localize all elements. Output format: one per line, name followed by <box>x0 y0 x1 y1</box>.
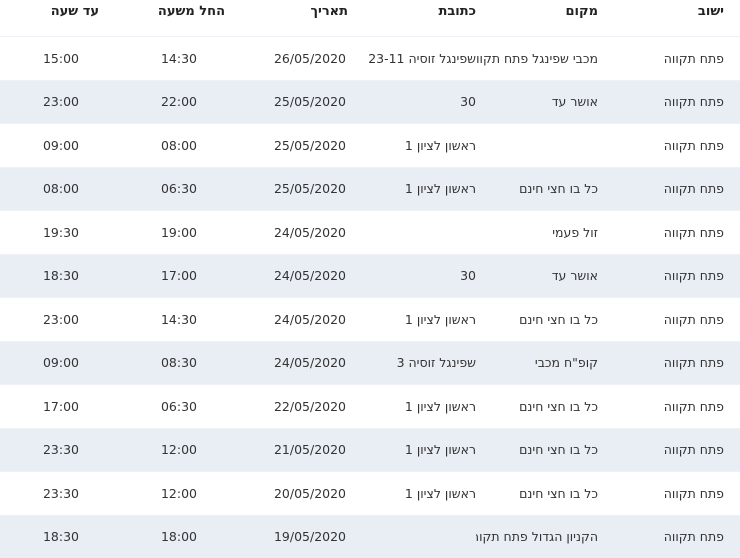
cell-start-time: 14:30 <box>99 37 225 81</box>
cell-date: 21/05/2020 <box>225 428 348 472</box>
cell-end-time: 23:30 <box>0 472 99 516</box>
table-row: פתח תקווהקופ"ח מכבישפינגל זוסיה 324/05/2… <box>0 341 740 385</box>
cell-address: שפינגל זוסיה 23-11 <box>348 37 476 81</box>
table-row: פתח תקווהכל בו חצי חינםראשון לציון 121/0… <box>0 428 740 472</box>
cell-settlement: פתח תקווה <box>598 385 740 429</box>
cell-start-time: 19:00 <box>99 211 225 255</box>
table-row: פתח תקווהמכבי שפינגל פתח תקווהשפינגל זוס… <box>0 37 740 81</box>
header-date: תאריך <box>225 0 348 37</box>
cell-date: 24/05/2020 <box>225 298 348 342</box>
cell-address: ראשון לציון 1 <box>348 472 476 516</box>
cell-place: כל בו חצי חינם <box>476 385 598 429</box>
table-row: פתח תקווהאושר עד3024/05/202017:0018:30 <box>0 254 740 298</box>
cell-end-time: 15:00 <box>0 37 99 81</box>
cell-end-time: 19:30 <box>0 211 99 255</box>
cell-start-time: 22:00 <box>99 80 225 124</box>
cell-date: 22/05/2020 <box>225 385 348 429</box>
cell-start-time: 12:00 <box>99 472 225 516</box>
cell-settlement: פתח תקווה <box>598 515 740 558</box>
cell-settlement: פתח תקווה <box>598 211 740 255</box>
exposure-locations-table: ישוב מקום כתובת תאריך החל משעה עד שעה פת… <box>0 0 740 558</box>
cell-end-time: 17:00 <box>0 385 99 429</box>
cell-address: ראשון לציון 1 <box>348 124 476 168</box>
header-settlement: ישוב <box>598 0 740 37</box>
cell-start-time: 06:30 <box>99 385 225 429</box>
cell-end-time: 09:00 <box>0 341 99 385</box>
cell-start-time: 08:30 <box>99 341 225 385</box>
cell-place: כל בו חצי חינם <box>476 428 598 472</box>
cell-address: 30 <box>348 254 476 298</box>
cell-start-time: 12:00 <box>99 428 225 472</box>
cell-date: 20/05/2020 <box>225 472 348 516</box>
cell-start-time: 18:00 <box>99 515 225 558</box>
cell-start-time: 14:30 <box>99 298 225 342</box>
cell-place: כל בו חצי חינם <box>476 472 598 516</box>
cell-date: 24/05/2020 <box>225 341 348 385</box>
cell-date: 24/05/2020 <box>225 254 348 298</box>
header-place: מקום <box>476 0 598 37</box>
table-row: פתח תקווהכל בו חצי חינםראשון לציון 124/0… <box>0 298 740 342</box>
table-row: פתח תקווההקניון הגדול פתח תקוה 19/05/2020… <box>0 515 740 558</box>
cell-place: קופ"ח מכבי <box>476 341 598 385</box>
cell-end-time: 23:30 <box>0 428 99 472</box>
cell-address <box>348 515 476 558</box>
cell-place <box>476 124 598 168</box>
header-end-time: עד שעה <box>0 0 99 37</box>
cell-place: הקניון הגדול פתח תקוה <box>476 515 598 558</box>
cell-address: ראשון לציון 1 <box>348 298 476 342</box>
cell-start-time: 17:00 <box>99 254 225 298</box>
table-body: פתח תקווהמכבי שפינגל פתח תקווהשפינגל זוס… <box>0 37 740 558</box>
cell-date: 25/05/2020 <box>225 167 348 211</box>
cell-date: 25/05/2020 <box>225 80 348 124</box>
table-row: פתח תקווהכל בו חצי חינםראשון לציון 125/0… <box>0 167 740 211</box>
cell-address: 30 <box>348 80 476 124</box>
table-row: פתח תקווהזול פעמי 24/05/202019:0019:30 <box>0 211 740 255</box>
cell-date: 25/05/2020 <box>225 124 348 168</box>
cell-date: 24/05/2020 <box>225 211 348 255</box>
cell-end-time: 18:30 <box>0 254 99 298</box>
header-start-time: החל משעה <box>99 0 225 37</box>
cell-end-time: 23:00 <box>0 298 99 342</box>
cell-settlement: פתח תקווה <box>598 80 740 124</box>
cell-place: כל בו חצי חינם <box>476 167 598 211</box>
cell-settlement: פתח תקווה <box>598 428 740 472</box>
cell-end-time: 23:00 <box>0 80 99 124</box>
table-row: פתח תקווהאושר עד3025/05/202022:0023:00 <box>0 80 740 124</box>
cell-place: מכבי שפינגל פתח תקווה <box>476 37 598 81</box>
cell-settlement: פתח תקווה <box>598 167 740 211</box>
cell-address <box>348 211 476 255</box>
cell-settlement: פתח תקווה <box>598 37 740 81</box>
cell-place: אושר עד <box>476 254 598 298</box>
table-row: פתח תקווהכל בו חצי חינםראשון לציון 122/0… <box>0 385 740 429</box>
cell-settlement: פתח תקווה <box>598 254 740 298</box>
cell-settlement: פתח תקווה <box>598 124 740 168</box>
table-header: ישוב מקום כתובת תאריך החל משעה עד שעה <box>0 0 740 37</box>
cell-start-time: 06:30 <box>99 167 225 211</box>
cell-settlement: פתח תקווה <box>598 298 740 342</box>
cell-end-time: 09:00 <box>0 124 99 168</box>
table-row: פתח תקווהכל בו חצי חינםראשון לציון 120/0… <box>0 472 740 516</box>
cell-end-time: 08:00 <box>0 167 99 211</box>
cell-date: 19/05/2020 <box>225 515 348 558</box>
cell-date: 26/05/2020 <box>225 37 348 81</box>
cell-address: ראשון לציון 1 <box>348 167 476 211</box>
cell-settlement: פתח תקווה <box>598 341 740 385</box>
cell-end-time: 18:30 <box>0 515 99 558</box>
cell-address: ראשון לציון 1 <box>348 385 476 429</box>
cell-address: ראשון לציון 1 <box>348 428 476 472</box>
cell-place: אושר עד <box>476 80 598 124</box>
cell-place: כל בו חצי חינם <box>476 298 598 342</box>
cell-place: זול פעמי <box>476 211 598 255</box>
header-address: כתובת <box>348 0 476 37</box>
cell-start-time: 08:00 <box>99 124 225 168</box>
cell-settlement: פתח תקווה <box>598 472 740 516</box>
cell-address: שפינגל זוסיה 3 <box>348 341 476 385</box>
table-row: פתח תקווה ראשון לציון 125/05/202008:0009:… <box>0 124 740 168</box>
